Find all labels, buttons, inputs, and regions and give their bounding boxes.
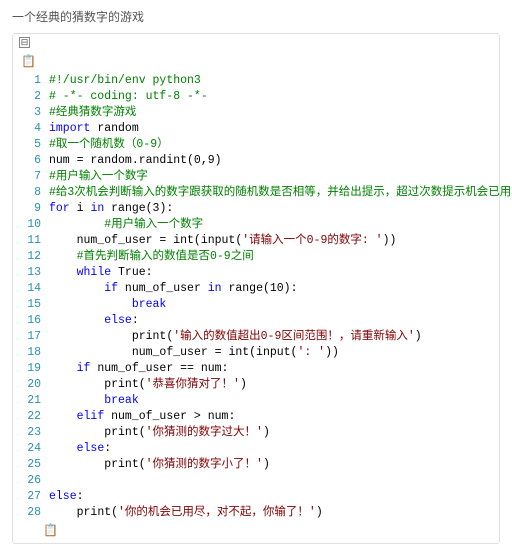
line-number: 15 (13, 297, 49, 313)
code-line: 5#取一个随机数（0-9） (13, 137, 499, 153)
line-code: #!/usr/bin/env python3 (49, 73, 499, 89)
line-number: 16 (13, 313, 49, 329)
code-line: 8#给3次机会判断输入的数字跟获取的随机数是否相等，并给出提示，超过次数提示机会… (13, 185, 499, 201)
code-line: 28 print('你的机会已用尽，对不起，你输了！') (13, 505, 499, 521)
page-title: 一个经典的猜数字的游戏 (12, 8, 500, 25)
line-code: num_of_user = int(input('请输入一个0-9的数字: ')… (49, 233, 499, 249)
line-number: 9 (13, 201, 49, 217)
line-number: 10 (13, 217, 49, 233)
code-lines: 1#!/usr/bin/env python32# -*- coding: ut… (13, 71, 499, 523)
line-code: if num_of_user in range(10): (49, 281, 499, 297)
code-line: 15 break (13, 297, 499, 313)
line-code: print('你的机会已用尽，对不起，你输了！') (49, 505, 499, 521)
code-toolbar-copy: 📋 (13, 51, 499, 71)
code-line: 24 else: (13, 441, 499, 457)
code-line: 25 print('你猜测的数字小了！') (13, 457, 499, 473)
line-code: else: (49, 489, 499, 505)
code-line: 9for i in range(3): (13, 201, 499, 217)
code-line: 23 print('你猜测的数字过大！') (13, 425, 499, 441)
line-number: 24 (13, 441, 49, 457)
line-number: 13 (13, 265, 49, 281)
code-line: 11 num_of_user = int(input('请输入一个0-9的数字:… (13, 233, 499, 249)
line-code: print('你猜测的数字小了！') (49, 457, 499, 473)
line-code: while True: (49, 265, 499, 281)
line-code: else: (49, 441, 499, 457)
line-number: 4 (13, 121, 49, 137)
code-line: 26 (13, 473, 499, 489)
line-number: 21 (13, 393, 49, 409)
code-line: 21 break (13, 393, 499, 409)
line-number: 3 (13, 105, 49, 121)
code-block: ⊟ 📋 1#!/usr/bin/env python32# -*- coding… (12, 33, 500, 544)
code-line: 6num = random.randint(0,9) (13, 153, 499, 169)
code-line: 3#经典猜数字游戏 (13, 105, 499, 121)
code-line: 22 elif num_of_user > num: (13, 409, 499, 425)
line-code: break (49, 393, 499, 409)
line-code: else: (49, 313, 499, 329)
line-code: # -*- coding: utf-8 -*- (49, 89, 499, 105)
line-code: print('恭喜你猜对了！') (49, 377, 499, 393)
line-code (49, 473, 499, 489)
code-line: 17 print('输入的数值超出0-9区间范围！，请重新输入') (13, 329, 499, 345)
line-code: num = random.randint(0,9) (49, 153, 499, 169)
line-number: 22 (13, 409, 49, 425)
code-line: 2# -*- coding: utf-8 -*- (13, 89, 499, 105)
line-number: 23 (13, 425, 49, 441)
line-code: #给3次机会判断输入的数字跟获取的随机数是否相等，并给出提示，超过次数提示机会已… (49, 185, 512, 201)
line-number: 17 (13, 329, 49, 345)
line-number: 27 (13, 489, 49, 505)
code-line: 10 #用户输入一个数字 (13, 217, 499, 233)
line-number: 25 (13, 457, 49, 473)
line-number: 5 (13, 137, 49, 153)
line-number: 7 (13, 169, 49, 185)
line-code: #经典猜数字游戏 (49, 105, 499, 121)
code-line: 13 while True: (13, 265, 499, 281)
collapse-icon[interactable]: ⊟ (19, 37, 30, 48)
code-toolbar: ⊟ (13, 34, 499, 51)
line-number: 20 (13, 377, 49, 393)
line-code: #首先判断输入的数值是否0-9之间 (49, 249, 499, 265)
line-code: elif num_of_user > num: (49, 409, 499, 425)
line-code: #用户输入一个数字 (49, 217, 499, 233)
code-line: 16 else: (13, 313, 499, 329)
line-number: 12 (13, 249, 49, 265)
line-code: break (49, 297, 499, 313)
code-line: 4import random (13, 121, 499, 137)
line-code: if num_of_user == num: (49, 361, 499, 377)
line-code: num_of_user = int(input(': ')) (49, 345, 499, 361)
line-code: print('你猜测的数字过大！') (49, 425, 499, 441)
code-line: 19 if num_of_user == num: (13, 361, 499, 377)
line-number: 14 (13, 281, 49, 297)
code-line: 7#用户输入一个数字 (13, 169, 499, 185)
line-number: 26 (13, 473, 49, 489)
copy-icon-bottom[interactable]: 📋 (13, 523, 499, 537)
code-line: 27else: (13, 489, 499, 505)
code-line: 20 print('恭喜你猜对了！') (13, 377, 499, 393)
line-number: 18 (13, 345, 49, 361)
line-code: for i in range(3): (49, 201, 499, 217)
line-number: 19 (13, 361, 49, 377)
line-code: #取一个随机数（0-9） (49, 137, 499, 153)
copy-icon[interactable]: 📋 (19, 54, 36, 68)
line-number: 8 (13, 185, 49, 201)
line-number: 28 (13, 505, 49, 521)
code-line: 18 num_of_user = int(input(': ')) (13, 345, 499, 361)
line-number: 1 (13, 73, 49, 89)
line-number: 2 (13, 89, 49, 105)
line-code: #用户输入一个数字 (49, 169, 499, 185)
line-number: 11 (13, 233, 49, 249)
line-code: print('输入的数值超出0-9区间范围！，请重新输入') (49, 329, 499, 345)
line-code: import random (49, 121, 499, 137)
code-line: 1#!/usr/bin/env python3 (13, 73, 499, 89)
line-number: 6 (13, 153, 49, 169)
code-line: 14 if num_of_user in range(10): (13, 281, 499, 297)
code-line: 12 #首先判断输入的数值是否0-9之间 (13, 249, 499, 265)
